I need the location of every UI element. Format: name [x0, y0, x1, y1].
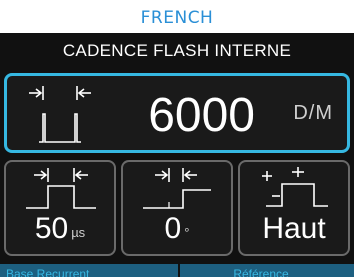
pulse-width-unit: µs	[71, 225, 86, 240]
delay-value: 0	[164, 212, 182, 245]
flash-rate-icon	[29, 86, 91, 143]
delay-unit: °	[184, 225, 190, 240]
pulse-width-tile[interactable]: 50 µs	[4, 160, 116, 256]
screen-title: CADENCE FLASH INTERNE	[62, 41, 292, 60]
language-label: FRENCH	[140, 8, 214, 28]
device-screen: CADENCE FLASH INTERNE 6000 D/M 50 µs 0 °…	[0, 33, 354, 277]
softkey-divider	[178, 264, 180, 277]
delay-icon	[143, 168, 211, 209]
edge-high-icon	[262, 167, 328, 207]
flash-rate-value: 6000	[148, 89, 255, 142]
edge-value: Haut	[262, 212, 326, 245]
bottom-softkey-bar: Base Recurrent Référence	[0, 264, 354, 277]
pulse-width-value-group: 50 µs	[6, 212, 114, 246]
flash-rate-unit: D/M	[293, 102, 333, 124]
delay-value-group: 0 °	[123, 212, 231, 246]
flash-rate-panel[interactable]: 6000 D/M	[4, 73, 350, 153]
pulse-width-value: 50	[34, 212, 69, 245]
delay-tile[interactable]: 0 °	[121, 160, 233, 256]
edge-tile[interactable]: Haut	[238, 160, 350, 256]
pulse-width-icon	[26, 168, 96, 209]
softkey-right[interactable]: Référence	[186, 267, 336, 277]
softkey-left[interactable]: Base Recurrent	[6, 267, 146, 277]
